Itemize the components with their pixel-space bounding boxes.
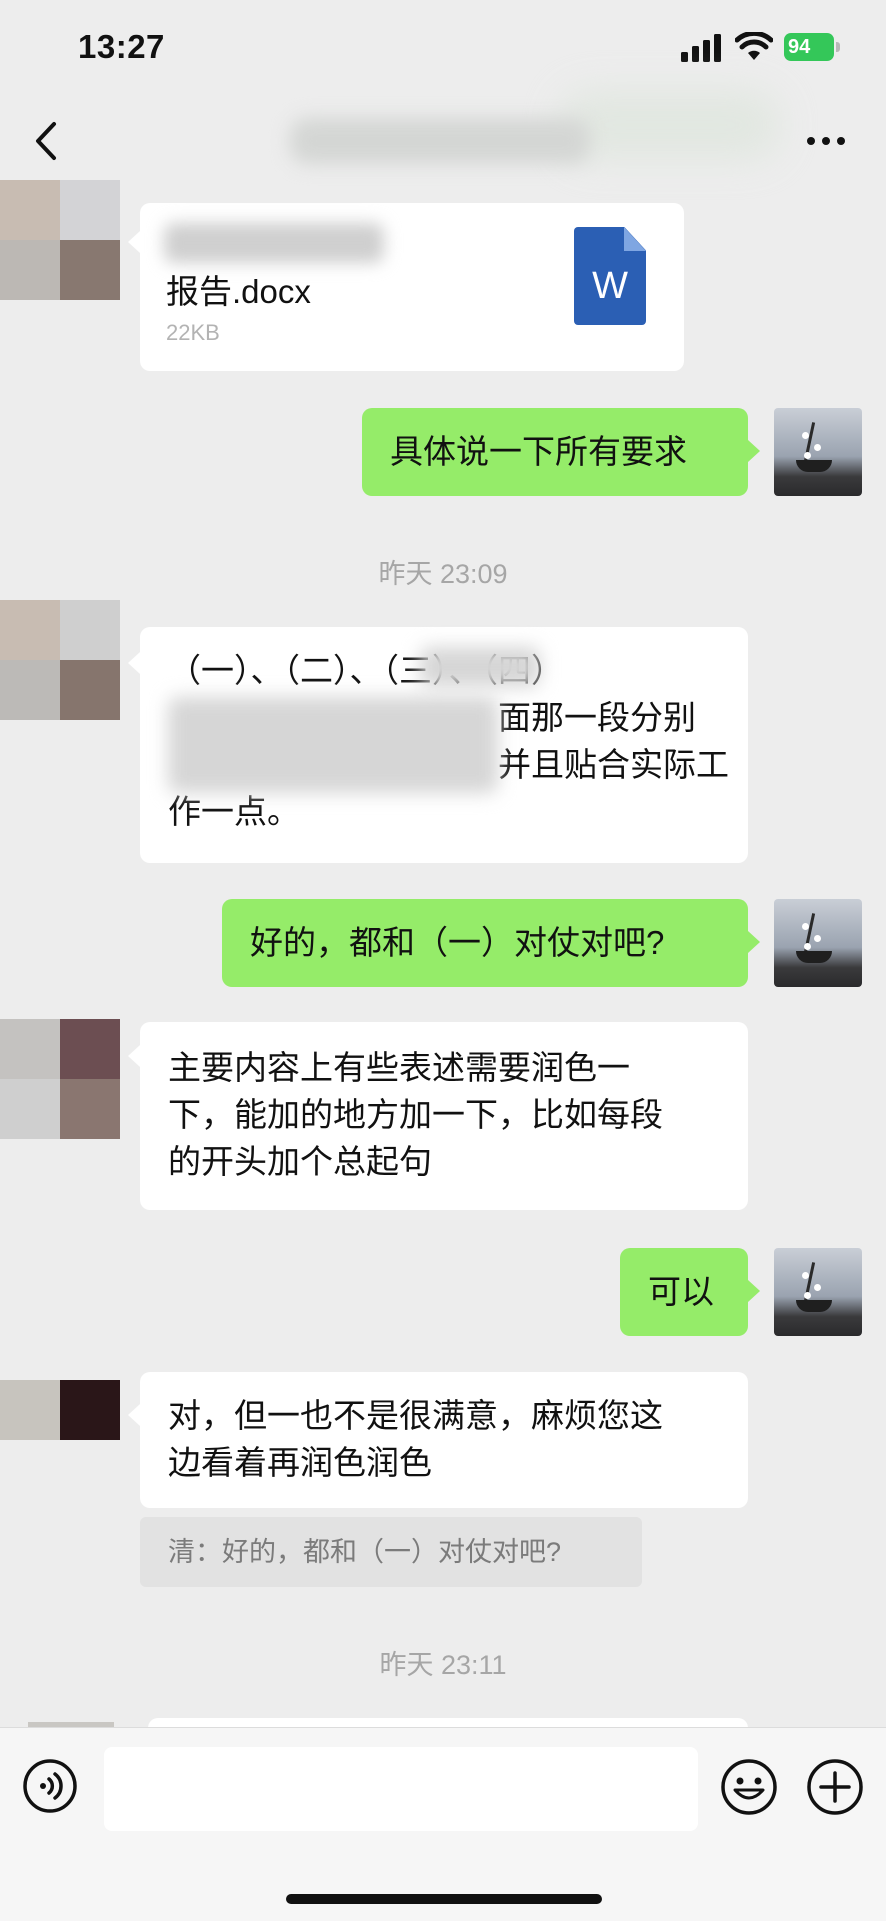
message-text: 具体说一下所有要求 <box>390 433 687 470</box>
home-indicator[interactable] <box>286 1894 602 1904</box>
message-line: 的开头加个总起句 <box>168 1143 432 1180</box>
file-name: 报告.docx <box>166 273 311 310</box>
file-message[interactable]: 报告.docx 22KB W <box>140 203 684 371</box>
avatar[interactable] <box>0 1019 120 1139</box>
ellipsis-icon[interactable] <box>806 136 846 146</box>
word-document-icon: W <box>574 227 646 325</box>
message-bubble-outgoing[interactable]: 好的，都和（一）对仗对吧? <box>222 899 748 987</box>
blurred-decoration <box>560 90 780 160</box>
message-line: 对，但一也不是很满意，麻烦您这 <box>168 1397 663 1434</box>
avatar[interactable] <box>0 180 120 300</box>
message-line: 下，能加的地方加一下，比如每段 <box>168 1096 663 1133</box>
chevron-left-icon[interactable] <box>30 118 64 164</box>
message-bubble-incoming[interactable]: 主要内容上有些表述需要润色一 下，能加的地方加一下，比如每段 的开头加个总起句 <box>140 1022 748 1210</box>
file-size: 22KB <box>166 320 220 345</box>
avatar[interactable] <box>774 408 862 496</box>
message-bubble-outgoing[interactable]: 可以 <box>620 1248 748 1336</box>
message-line: 主要内容上有些表述需要润色一 <box>168 1049 630 1086</box>
wifi-icon <box>735 32 773 60</box>
avatar[interactable] <box>0 1380 120 1440</box>
message-line: 作一点。 <box>168 793 300 830</box>
redacted-text <box>420 647 540 687</box>
message-bubble-incoming[interactable]: 对，但一也不是很满意，麻烦您这 边看着再润色润色 <box>140 1372 748 1508</box>
message-line: 边看着再润色润色 <box>168 1444 432 1481</box>
emoji-icon[interactable] <box>720 1758 778 1816</box>
redacted-text <box>164 223 384 263</box>
message-input[interactable] <box>104 1747 698 1831</box>
battery-indicator: 94 <box>784 33 840 61</box>
avatar[interactable] <box>774 1248 862 1336</box>
battery-level: 94 <box>784 33 834 61</box>
message-bubble-incoming[interactable]: （一）、（二）、（三）、（四） 面那一段分别 并且贴合实际工 作一点。 <box>140 627 748 863</box>
cellular-signal-icon <box>681 34 721 62</box>
timestamp: 昨天 23:11 <box>379 1650 507 1680</box>
quoted-reply[interactable]: 清：好的，都和（一）对仗对吧? <box>140 1517 642 1587</box>
redacted-text <box>168 697 498 793</box>
timestamp: 昨天 23:09 <box>378 559 508 589</box>
status-time: 13:27 <box>78 28 165 65</box>
message-text: 可以 <box>648 1273 714 1310</box>
chat-title-redacted <box>290 118 590 164</box>
voice-icon[interactable] <box>22 1758 78 1814</box>
message-bubble-outgoing[interactable]: 具体说一下所有要求 <box>362 408 748 496</box>
avatar[interactable] <box>0 600 120 720</box>
message-text: 好的，都和（一）对仗对吧? <box>250 924 665 961</box>
avatar[interactable] <box>774 899 862 987</box>
plus-circle-icon[interactable] <box>806 1758 864 1816</box>
